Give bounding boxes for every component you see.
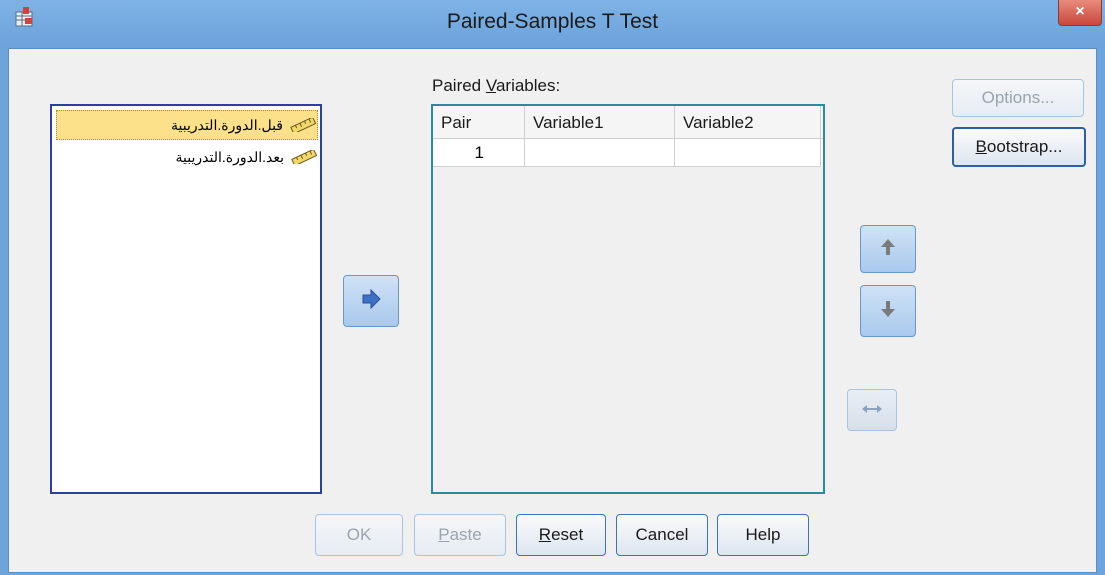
window-title: Paired-Samples T Test xyxy=(446,10,659,33)
scale-ruler-icon xyxy=(289,116,317,135)
move-down-button[interactable] xyxy=(860,285,916,337)
dialog-body: قبل.الدورة.التدريبية بعد.الدورة.التدريبي… xyxy=(8,48,1097,573)
column-header-variable1: Variable1 xyxy=(525,106,675,138)
swap-button[interactable] xyxy=(847,389,897,431)
table-header: Pair Variable1 Variable2 xyxy=(433,106,823,139)
options-button[interactable]: Options... xyxy=(952,79,1084,117)
source-variable-list[interactable]: قبل.الدورة.التدريبية بعد.الدورة.التدريبي… xyxy=(50,104,322,494)
pair-number-cell: 1 xyxy=(433,139,525,167)
paired-variables-table[interactable]: Pair Variable1 Variable2 1 xyxy=(431,104,825,494)
close-button[interactable]: × xyxy=(1058,0,1102,26)
list-item[interactable]: قبل.الدورة.التدريبية xyxy=(56,110,318,140)
variable2-cell[interactable] xyxy=(675,139,821,167)
ok-button[interactable]: OK xyxy=(315,514,403,556)
move-down-arrow-icon xyxy=(880,300,896,323)
reset-button[interactable]: Reset xyxy=(516,514,606,556)
move-up-button[interactable] xyxy=(860,225,916,273)
list-item[interactable]: بعد.الدورة.التدريبية xyxy=(56,142,318,172)
title-bar[interactable]: Paired-Samples T Test × xyxy=(0,0,1105,48)
variable-label: قبل.الدورة.التدريبية xyxy=(171,116,283,133)
bootstrap-button[interactable]: Bootstrap... xyxy=(952,127,1086,167)
variable1-cell[interactable] xyxy=(525,139,675,167)
column-header-variable2: Variable2 xyxy=(675,106,821,138)
move-right-arrow-icon xyxy=(360,288,382,314)
paste-button[interactable]: Paste xyxy=(414,514,506,556)
swap-horizontal-icon xyxy=(861,401,883,419)
move-up-arrow-icon xyxy=(880,238,896,261)
move-right-button[interactable] xyxy=(343,275,399,327)
help-button[interactable]: Help xyxy=(717,514,809,556)
dialog-window: Paired-Samples T Test × قبل.الدورة.التدر… xyxy=(0,0,1105,575)
paired-variables-label: Paired Variables: xyxy=(432,76,561,95)
cancel-button[interactable]: Cancel xyxy=(616,514,708,556)
column-header-pair: Pair xyxy=(433,106,525,138)
scale-ruler-icon xyxy=(290,148,318,167)
variable-label: بعد.الدورة.التدريبية xyxy=(175,148,284,165)
table-row[interactable]: 1 xyxy=(433,139,823,167)
